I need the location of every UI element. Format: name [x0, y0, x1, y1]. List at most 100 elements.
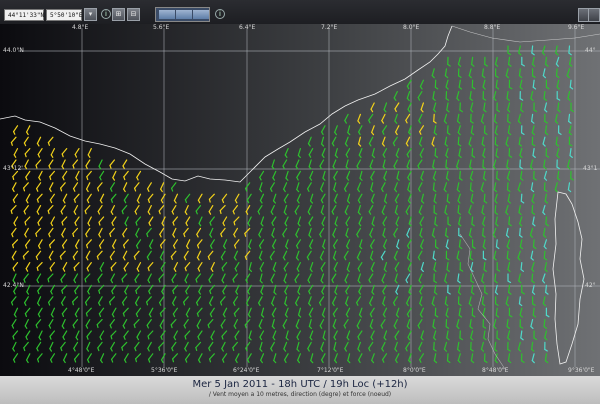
wind-barb	[235, 284, 240, 295]
chevron-down-icon[interactable]: ▾	[84, 8, 97, 21]
wind-barb-shaft	[207, 250, 214, 258]
wind-barb-feather	[185, 313, 189, 318]
wind-barb	[60, 205, 66, 215]
wind-barb-feather	[198, 359, 201, 364]
wind-barb	[48, 319, 54, 329]
wind-barb-shaft	[61, 216, 68, 223]
layer-thumbnail[interactable]	[159, 10, 175, 19]
wind-barb	[48, 250, 54, 261]
wind-barb-shaft	[184, 273, 189, 281]
wind-barb-feather	[12, 199, 16, 204]
map-canvas[interactable]	[0, 24, 600, 376]
wind-barb-shaft	[420, 262, 424, 270]
wind-barb-shaft	[273, 284, 277, 293]
wind-barb	[23, 205, 29, 215]
wind-barb-feather	[197, 336, 200, 340]
wind-barb-feather	[110, 347, 113, 352]
wind-barb-feather	[196, 256, 200, 261]
wind-barb-shaft	[159, 307, 166, 315]
wind-barb	[234, 330, 240, 341]
wind-barb-shaft	[369, 159, 374, 168]
wind-barb-feather	[508, 223, 512, 227]
wind-barb	[531, 262, 535, 273]
minus-icon[interactable]: ⊟	[127, 8, 140, 21]
wind-barb-shaft	[506, 170, 511, 179]
wind-barb	[521, 284, 525, 295]
wind-barb-shaft	[407, 102, 412, 110]
wind-barb-feather	[407, 245, 410, 250]
grid-icon[interactable]: ⊞	[112, 8, 125, 21]
layer-thumbnail[interactable]	[193, 10, 209, 19]
wind-barb-feather	[357, 188, 360, 193]
wind-barb-feather	[381, 211, 385, 216]
wind-barb-shaft	[494, 273, 497, 282]
wind-barb-shaft	[468, 68, 472, 77]
info-icon[interactable]: i	[101, 9, 111, 19]
wind-barb	[332, 319, 337, 330]
wind-barb-feather	[209, 313, 213, 318]
wind-barb-feather	[309, 245, 312, 250]
wind-barb	[544, 125, 549, 136]
wind-barb-shaft	[494, 205, 497, 214]
wind-barb-feather	[98, 233, 101, 238]
wind-barb	[37, 296, 42, 307]
wind-barb-shaft	[25, 193, 31, 201]
wind-barb	[110, 262, 117, 272]
layer-pencil-icon[interactable]	[588, 8, 600, 22]
wind-barb-feather	[417, 324, 421, 329]
wind-barb	[12, 353, 19, 363]
wind-barb-shaft	[49, 341, 54, 350]
wind-barb	[233, 319, 238, 329]
info-icon[interactable]: i	[215, 9, 225, 19]
wind-barb	[73, 341, 79, 352]
wind-barb-feather	[419, 313, 423, 318]
wind-barb	[248, 330, 252, 341]
wind-barb	[543, 319, 547, 329]
wind-barb-feather	[223, 245, 226, 250]
wind-barb-shaft	[508, 216, 511, 225]
wind-barb	[110, 205, 116, 215]
wind-barb-shaft	[50, 307, 56, 316]
wind-barb-feather	[381, 348, 384, 352]
wind-barb-feather	[345, 234, 349, 238]
wind-barb-shaft	[483, 193, 486, 202]
wind-barb-feather	[394, 188, 398, 193]
wind-barb	[517, 341, 522, 352]
wind-barb	[531, 273, 535, 284]
wind-barb-shaft	[359, 170, 363, 179]
wind-barb-feather	[259, 199, 263, 204]
wind-barb-feather	[555, 143, 560, 147]
wind-barb-feather	[446, 360, 451, 364]
wind-barb-feather	[147, 279, 151, 284]
wind-barb	[259, 273, 263, 284]
wind-barb-shaft	[86, 262, 92, 269]
wind-barb-feather	[443, 348, 448, 352]
wind-barb	[26, 353, 31, 364]
wind-barb-shaft	[406, 147, 412, 156]
weather-map[interactable]: 4.8°E 5.6°E 6.4°E 7.2°E 8.0°E 8.8°E 9.6°…	[0, 24, 600, 376]
longitude-field[interactable]: 5°50'10"E	[46, 9, 83, 21]
wind-barb-feather	[146, 301, 149, 306]
wind-barb-feather	[295, 165, 299, 170]
layer-thumbnails[interactable]	[155, 7, 210, 22]
wind-barb-shaft	[332, 296, 337, 304]
wind-barb-feather	[272, 200, 276, 204]
wind-barb-shaft	[469, 319, 472, 328]
wind-barb-feather	[124, 290, 127, 295]
wind-barb	[198, 353, 203, 364]
wind-barb	[123, 239, 129, 249]
wind-barb	[544, 193, 548, 204]
wind-barb-shaft	[383, 170, 388, 179]
latitude-field[interactable]: 44°11'33"N	[4, 9, 44, 21]
wind-barb-shaft	[133, 250, 140, 258]
wind-barb-feather	[334, 359, 338, 364]
wind-barb-feather	[332, 302, 335, 307]
wind-barb-shaft	[457, 193, 461, 202]
wind-barb-feather	[72, 256, 76, 261]
wind-barb-shaft	[492, 227, 497, 236]
layer-thumbnail[interactable]	[176, 10, 192, 19]
wind-barb	[493, 250, 497, 261]
wind-barb	[445, 79, 449, 90]
wind-barb-shaft	[332, 227, 337, 236]
top-lon-label: 8.0°E	[403, 24, 420, 31]
